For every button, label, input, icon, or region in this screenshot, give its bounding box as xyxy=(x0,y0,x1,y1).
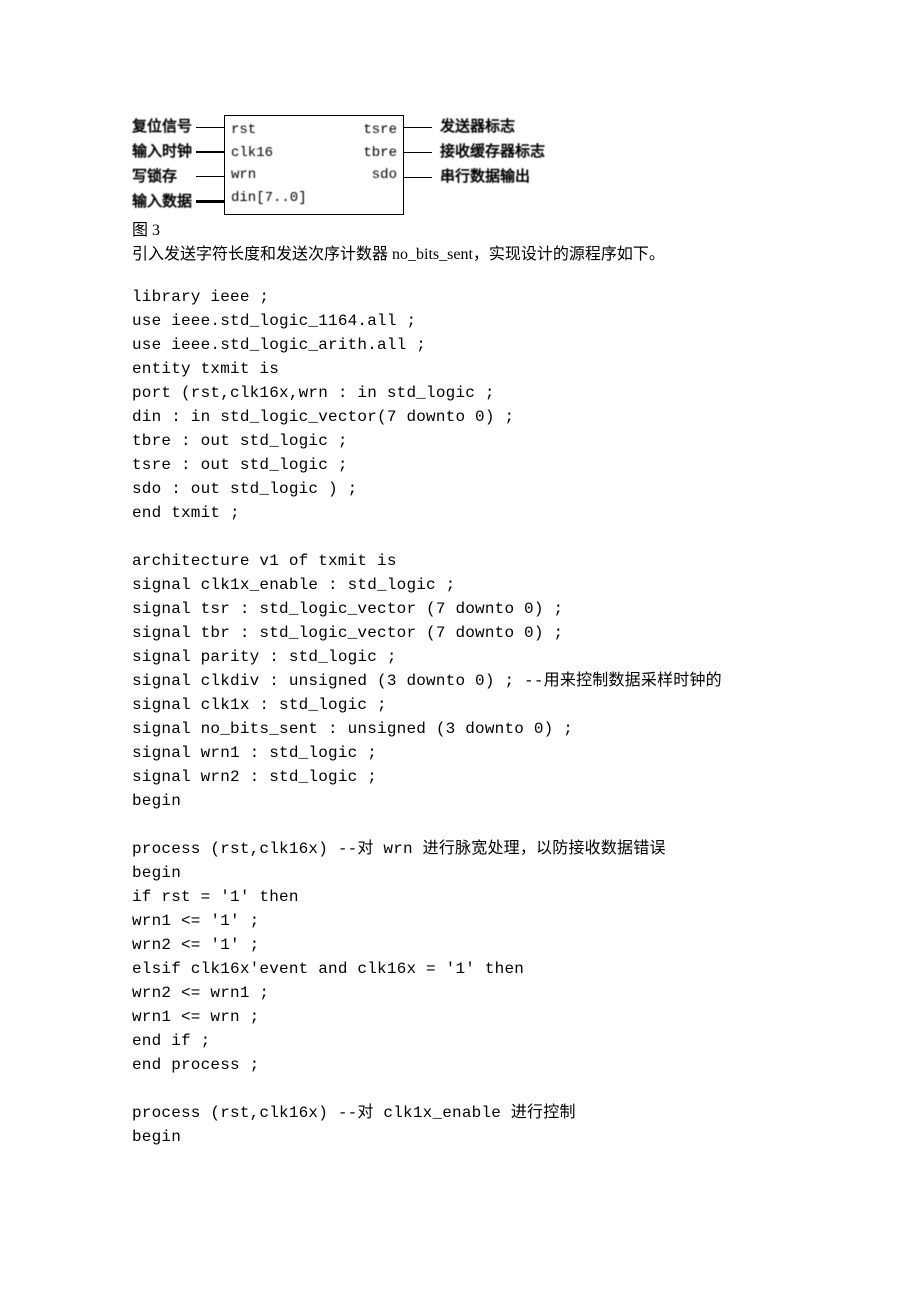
code-line xyxy=(132,813,788,837)
label-rx-buffer-flag: 接收缓存器标志 xyxy=(440,140,550,165)
code-line: end if ; xyxy=(132,1029,788,1053)
code-line: wrn2 <= wrn1 ; xyxy=(132,981,788,1005)
right-leads xyxy=(404,115,432,215)
code-line: elsif clk16x'event and clk16x = '1' then xyxy=(132,957,788,981)
code-line: if rst = '1' then xyxy=(132,885,788,909)
code-line: port (rst,clk16x,wrn : in std_logic ; xyxy=(132,381,788,405)
code-line xyxy=(132,525,788,549)
code-line: tsre : out std_logic ; xyxy=(132,453,788,477)
label-tx-flag: 发送器标志 xyxy=(440,115,550,140)
code-line: signal parity : std_logic ; xyxy=(132,645,788,669)
label-clock: 输入时钟 xyxy=(132,140,196,165)
txmit-block: rst clk16 wrn din[7..0] tsre tbre sdo . xyxy=(224,115,404,215)
block-diagram: 复位信号 输入时钟 写锁存 输入数据 rst clk16 wrn din[7..… xyxy=(132,115,612,215)
intro-paragraph: 引入发送字符长度和发送次序计数器 no_bits_sent，实现设计的源程序如下… xyxy=(132,243,788,267)
code-line: signal wrn1 : std_logic ; xyxy=(132,741,788,765)
code-line: sdo : out std_logic ) ; xyxy=(132,477,788,501)
label-serial-output: 串行数据输出 xyxy=(440,165,550,190)
code-line: entity txmit is xyxy=(132,357,788,381)
code-line: signal tsr : std_logic_vector (7 downto … xyxy=(132,597,788,621)
code-line: signal clkdiv : unsigned (3 downto 0) ; … xyxy=(132,669,788,693)
code-line: tbre : out std_logic ; xyxy=(132,429,788,453)
code-line: wrn2 <= '1' ; xyxy=(132,933,788,957)
label-reset: 复位信号 xyxy=(132,115,196,140)
label-input-data: 输入数据 xyxy=(132,190,196,215)
code-line: wrn1 <= wrn ; xyxy=(132,1005,788,1029)
port-sdo: sdo xyxy=(331,166,397,186)
vhdl-code: library ieee ;use ieee.std_logic_1164.al… xyxy=(132,285,788,1149)
code-line: process (rst,clk16x) --对 wrn 进行脉宽处理，以防接收… xyxy=(132,837,788,861)
code-line: signal clk1x : std_logic ; xyxy=(132,693,788,717)
code-line: end process ; xyxy=(132,1053,788,1077)
code-line: din : in std_logic_vector(7 downto 0) ; xyxy=(132,405,788,429)
document-page: 复位信号 输入时钟 写锁存 输入数据 rst clk16 wrn din[7..… xyxy=(0,0,920,1302)
code-line: begin xyxy=(132,789,788,813)
code-line: signal no_bits_sent : unsigned (3 downto… xyxy=(132,717,788,741)
code-line: signal tbr : std_logic_vector (7 downto … xyxy=(132,621,788,645)
code-line: signal clk1x_enable : std_logic ; xyxy=(132,573,788,597)
diagram-left-labels: 复位信号 输入时钟 写锁存 输入数据 xyxy=(132,115,196,215)
code-line: use ieee.std_logic_1164.all ; xyxy=(132,309,788,333)
code-line: signal wrn2 : std_logic ; xyxy=(132,765,788,789)
diagram-right-labels: 发送器标志 接收缓存器标志 串行数据输出 . xyxy=(432,115,550,215)
left-leads xyxy=(196,115,224,215)
code-line: process (rst,clk16x) --对 clk1x_enable 进行… xyxy=(132,1101,788,1125)
code-line: library ieee ; xyxy=(132,285,788,309)
port-tbre: tbre xyxy=(331,144,397,164)
diagram-block-wrap: rst clk16 wrn din[7..0] tsre tbre sdo . xyxy=(196,115,432,215)
port-tsre: tsre xyxy=(331,121,397,141)
code-line: architecture v1 of txmit is xyxy=(132,549,788,573)
figure-caption: 图 3 xyxy=(132,219,788,243)
code-line: wrn1 <= '1' ; xyxy=(132,909,788,933)
code-line: begin xyxy=(132,861,788,885)
port-wrn: wrn xyxy=(231,166,331,186)
port-rst: rst xyxy=(231,121,331,141)
code-line: begin xyxy=(132,1125,788,1149)
code-line: end txmit ; xyxy=(132,501,788,525)
label-write-latch: 写锁存 xyxy=(132,165,196,190)
port-din: din[7..0] xyxy=(231,189,331,209)
code-line: use ieee.std_logic_arith.all ; xyxy=(132,333,788,357)
code-line xyxy=(132,1077,788,1101)
port-clk16: clk16 xyxy=(231,144,331,164)
